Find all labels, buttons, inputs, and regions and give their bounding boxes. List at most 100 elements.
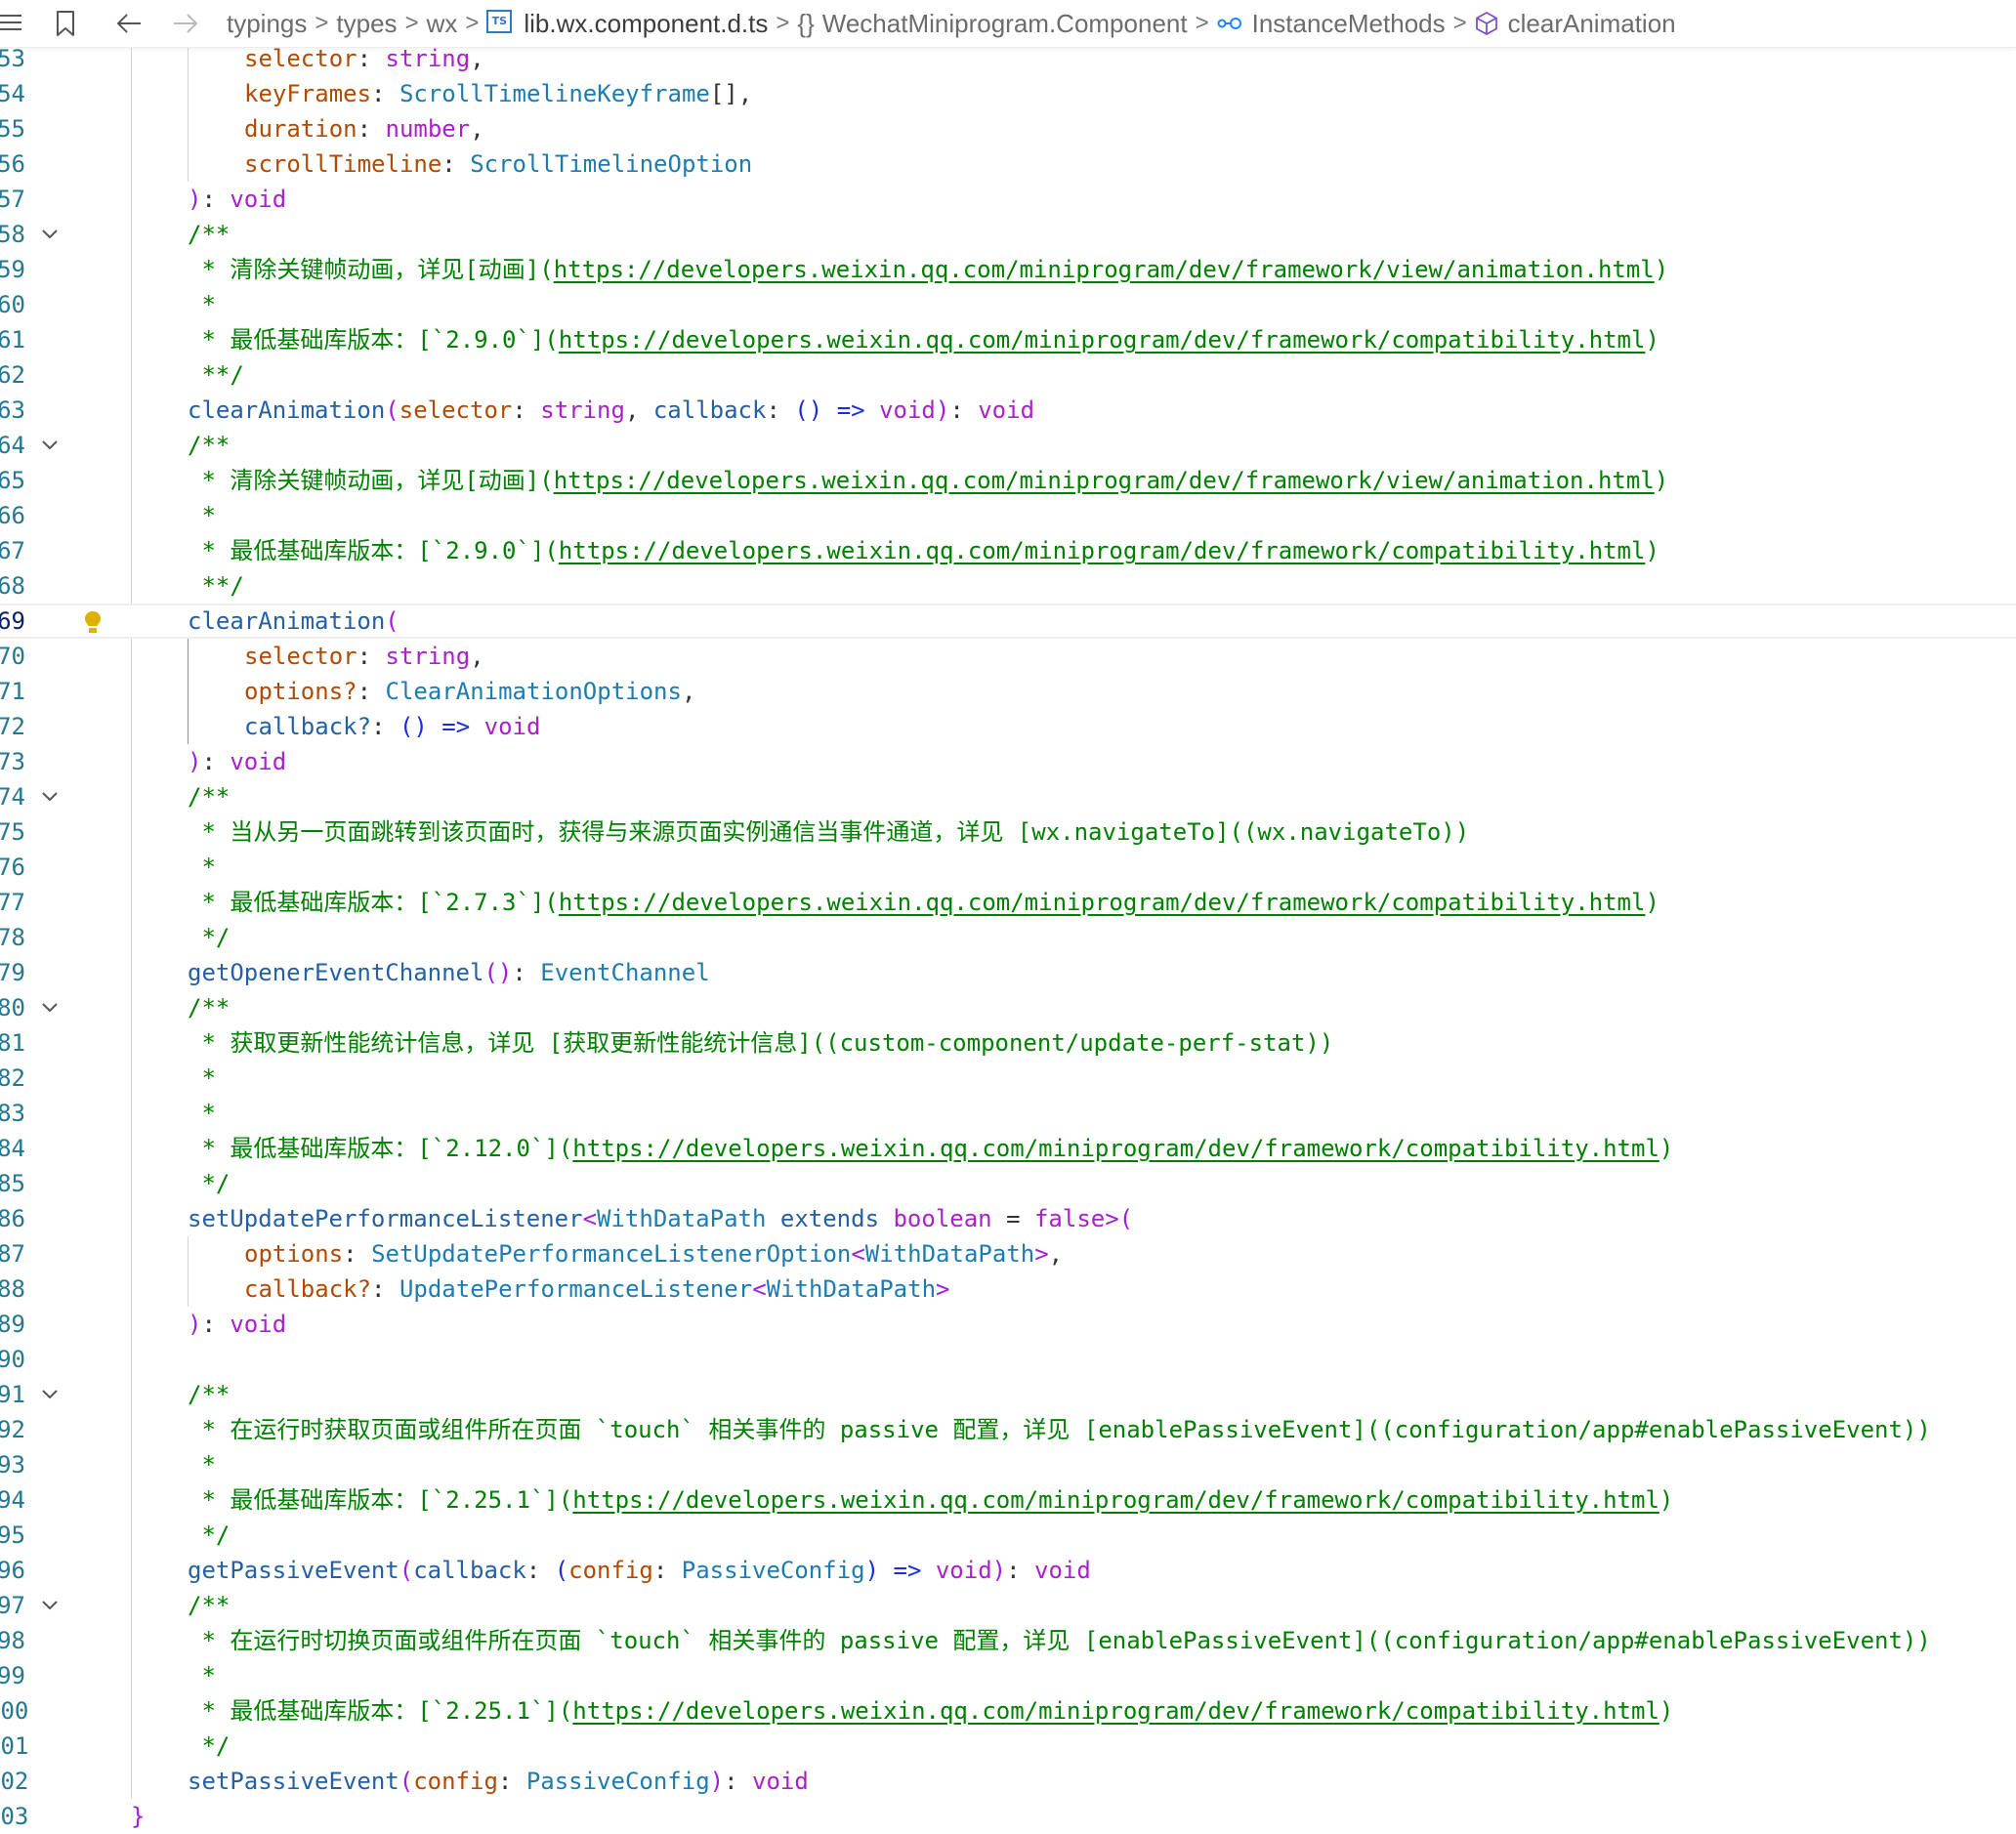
code-token: selector xyxy=(244,45,357,72)
code-line[interactable]: 71 options?: ClearAnimationOptions, xyxy=(0,674,2016,709)
code-line[interactable]: 72 callback?: () => void xyxy=(0,709,2016,744)
code-line[interactable]: 68 **/ xyxy=(0,568,2016,604)
code-token: string xyxy=(385,45,471,72)
line-number: 73 xyxy=(0,748,25,775)
code-line[interactable]: 91 /** xyxy=(0,1377,2016,1412)
menu-icon[interactable] xyxy=(0,12,25,35)
chevron-down-icon[interactable] xyxy=(39,1377,61,1412)
code-line[interactable]: 100 * 最低基础库版本：[`2.25.1`](https://develop… xyxy=(0,1693,2016,1729)
code-line[interactable]: 60 * xyxy=(0,287,2016,322)
code-line[interactable]: 87 options: SetUpdatePerformanceListenerO… xyxy=(0,1236,2016,1271)
code-token: ClearAnimationOptions xyxy=(385,678,682,705)
code-line[interactable]: 101 */ xyxy=(0,1729,2016,1764)
code-line[interactable]: 74 /** xyxy=(0,779,2016,814)
bookmark-icon[interactable] xyxy=(55,10,76,37)
chevron-down-icon[interactable] xyxy=(39,1588,61,1623)
code-token: ( xyxy=(385,396,399,424)
method-icon xyxy=(1475,11,1498,36)
code-line[interactable]: 90 xyxy=(0,1342,2016,1377)
code-link[interactable]: https://developers.weixin.qq.com/minipro… xyxy=(572,1486,1659,1514)
code-token: : xyxy=(343,1240,372,1268)
chevron-down-icon[interactable] xyxy=(39,990,61,1025)
code-line[interactable]: 73): void xyxy=(0,744,2016,779)
code-line[interactable]: 76 * xyxy=(0,850,2016,885)
code-line[interactable]: 70 selector: string, xyxy=(0,639,2016,674)
code-line[interactable]: 86 setUpdatePerformanceListener<WithDataP… xyxy=(0,1201,2016,1236)
code-token: */ xyxy=(188,1170,231,1197)
arrow-right-icon[interactable] xyxy=(172,12,199,35)
code-line[interactable]: 84 * 最低基础库版本：[`2.12.0`](https://develope… xyxy=(0,1131,2016,1166)
code-line[interactable]: 77 * 最低基础库版本：[`2.7.3`](https://developer… xyxy=(0,885,2016,920)
code-line[interactable]: 103} xyxy=(0,1799,2016,1834)
code-token: ) xyxy=(188,748,202,775)
breadcrumb-item-typings[interactable]: typings xyxy=(227,9,307,39)
code-line[interactable]: 56 scrollTimeline: ScrollTimelineOption xyxy=(0,146,2016,182)
code-line[interactable]: 98 * 在运行时切换页面或组件所在页面 `touch` 相关事件的 passi… xyxy=(0,1623,2016,1658)
code-token: > xyxy=(936,1275,950,1303)
code-link[interactable]: https://developers.weixin.qq.com/minipro… xyxy=(559,889,1646,916)
code-line[interactable]: 82 * xyxy=(0,1061,2016,1096)
code-line[interactable]: 66 * xyxy=(0,498,2016,533)
code-text: /** xyxy=(188,428,230,463)
code-line[interactable]: 69 clearAnimation( xyxy=(0,604,2016,639)
code-line[interactable]: 54 keyFrames: ScrollTimelineKeyframe[], xyxy=(0,76,2016,111)
code-line[interactable]: 78 */ xyxy=(0,920,2016,955)
code-line[interactable]: 55 duration: number, xyxy=(0,111,2016,146)
code-token: , xyxy=(470,643,484,670)
code-line[interactable]: 85 */ xyxy=(0,1166,2016,1201)
code-token: ) xyxy=(935,396,950,424)
code-line[interactable]: 83 * xyxy=(0,1096,2016,1131)
chevron-down-icon[interactable] xyxy=(39,779,61,814)
code-line[interactable]: 57): void xyxy=(0,182,2016,217)
code-line[interactable]: 80 /** xyxy=(0,990,2016,1025)
code-line[interactable]: 95 */ xyxy=(0,1518,2016,1553)
code-link[interactable]: https://developers.weixin.qq.com/minipro… xyxy=(554,467,1655,494)
code-line[interactable]: 59 * 清除关键帧动画，详见[动画](https://developers.w… xyxy=(0,252,2016,287)
code-line[interactable]: 89): void xyxy=(0,1307,2016,1342)
code-token: * 在运行时切换页面或组件所在页面 `touch` 相关事件的 passive … xyxy=(188,1627,1931,1654)
code-line[interactable]: 61 * 最低基础库版本：[`2.9.0`](https://developer… xyxy=(0,322,2016,357)
code-link[interactable]: https://developers.weixin.qq.com/minipro… xyxy=(554,256,1655,283)
code-line[interactable]: 88 callback?: UpdatePerformanceListener<W… xyxy=(0,1271,2016,1307)
breadcrumb-item-file[interactable]: lib.wx.component.d.ts xyxy=(524,9,768,39)
code-line[interactable]: 75 * 当从另一页面跳转到该页面时，获得与来源页面实例通信当事件通道，详见 [… xyxy=(0,814,2016,850)
code-line[interactable]: 58 /** xyxy=(0,217,2016,252)
code-editor[interactable]: 53 selector: string, 54 keyFrames: ScrollTi… xyxy=(0,39,2016,1830)
code-line[interactable]: 96 getPassiveEvent(callback: (config: Pas… xyxy=(0,1553,2016,1588)
code-line[interactable]: 92 * 在运行时获取页面或组件所在页面 `touch` 相关事件的 passi… xyxy=(0,1412,2016,1447)
code-line[interactable]: 79 getOpenerEventChannel(): EventChannel xyxy=(0,955,2016,990)
code-line[interactable]: 93 * xyxy=(0,1447,2016,1482)
code-token: * xyxy=(188,1100,216,1127)
code-link[interactable]: https://developers.weixin.qq.com/minipro… xyxy=(559,537,1646,564)
breadcrumb-item-types[interactable]: types xyxy=(336,9,397,39)
breadcrumb-item-namespace[interactable]: WechatMiniprogram.Component xyxy=(822,9,1188,39)
breadcrumb-item-method[interactable]: clearAnimation xyxy=(1508,9,1676,39)
code-link[interactable]: https://developers.weixin.qq.com/minipro… xyxy=(559,326,1646,354)
code-token: : xyxy=(201,186,231,213)
code-token: < xyxy=(752,1275,767,1303)
code-link[interactable]: https://developers.weixin.qq.com/minipro… xyxy=(572,1135,1659,1162)
code-token: ) xyxy=(1645,326,1659,354)
chevron-down-icon[interactable] xyxy=(39,217,61,252)
line-number: 77 xyxy=(0,889,25,916)
arrow-left-icon[interactable] xyxy=(115,12,143,35)
code-line[interactable]: 64 /** xyxy=(0,428,2016,463)
breadcrumb-item-wx[interactable]: wx xyxy=(427,9,458,39)
code-line[interactable]: 63 clearAnimation(selector: string, callb… xyxy=(0,393,2016,428)
code-text: **/ xyxy=(188,357,243,393)
breadcrumb-item-interface[interactable]: InstanceMethods xyxy=(1252,9,1446,39)
code-line[interactable]: 102 setPassiveEvent(config: PassiveConfig… xyxy=(0,1764,2016,1799)
code-line[interactable]: 67 * 最低基础库版本：[`2.9.0`](https://developer… xyxy=(0,533,2016,568)
code-line[interactable]: 99 * xyxy=(0,1658,2016,1693)
code-line[interactable]: 62 **/ xyxy=(0,357,2016,393)
code-link[interactable]: https://developers.weixin.qq.com/minipro… xyxy=(572,1697,1659,1725)
code-line[interactable]: 65 * 清除关键帧动画，详见[动画](https://developers.w… xyxy=(0,463,2016,498)
code-line[interactable]: 97 /** xyxy=(0,1588,2016,1623)
line-number: 101 xyxy=(0,1732,29,1760)
code-line[interactable]: 94 * 最低基础库版本：[`2.25.1`](https://develope… xyxy=(0,1482,2016,1518)
code-token: , xyxy=(470,45,484,72)
line-number: 67 xyxy=(0,537,25,564)
code-line[interactable]: 81 * 获取更新性能统计信息，详见 [获取更新性能统计信息]((custom-… xyxy=(0,1025,2016,1061)
code-token: ) xyxy=(1659,1697,1674,1725)
chevron-down-icon[interactable] xyxy=(39,428,61,463)
